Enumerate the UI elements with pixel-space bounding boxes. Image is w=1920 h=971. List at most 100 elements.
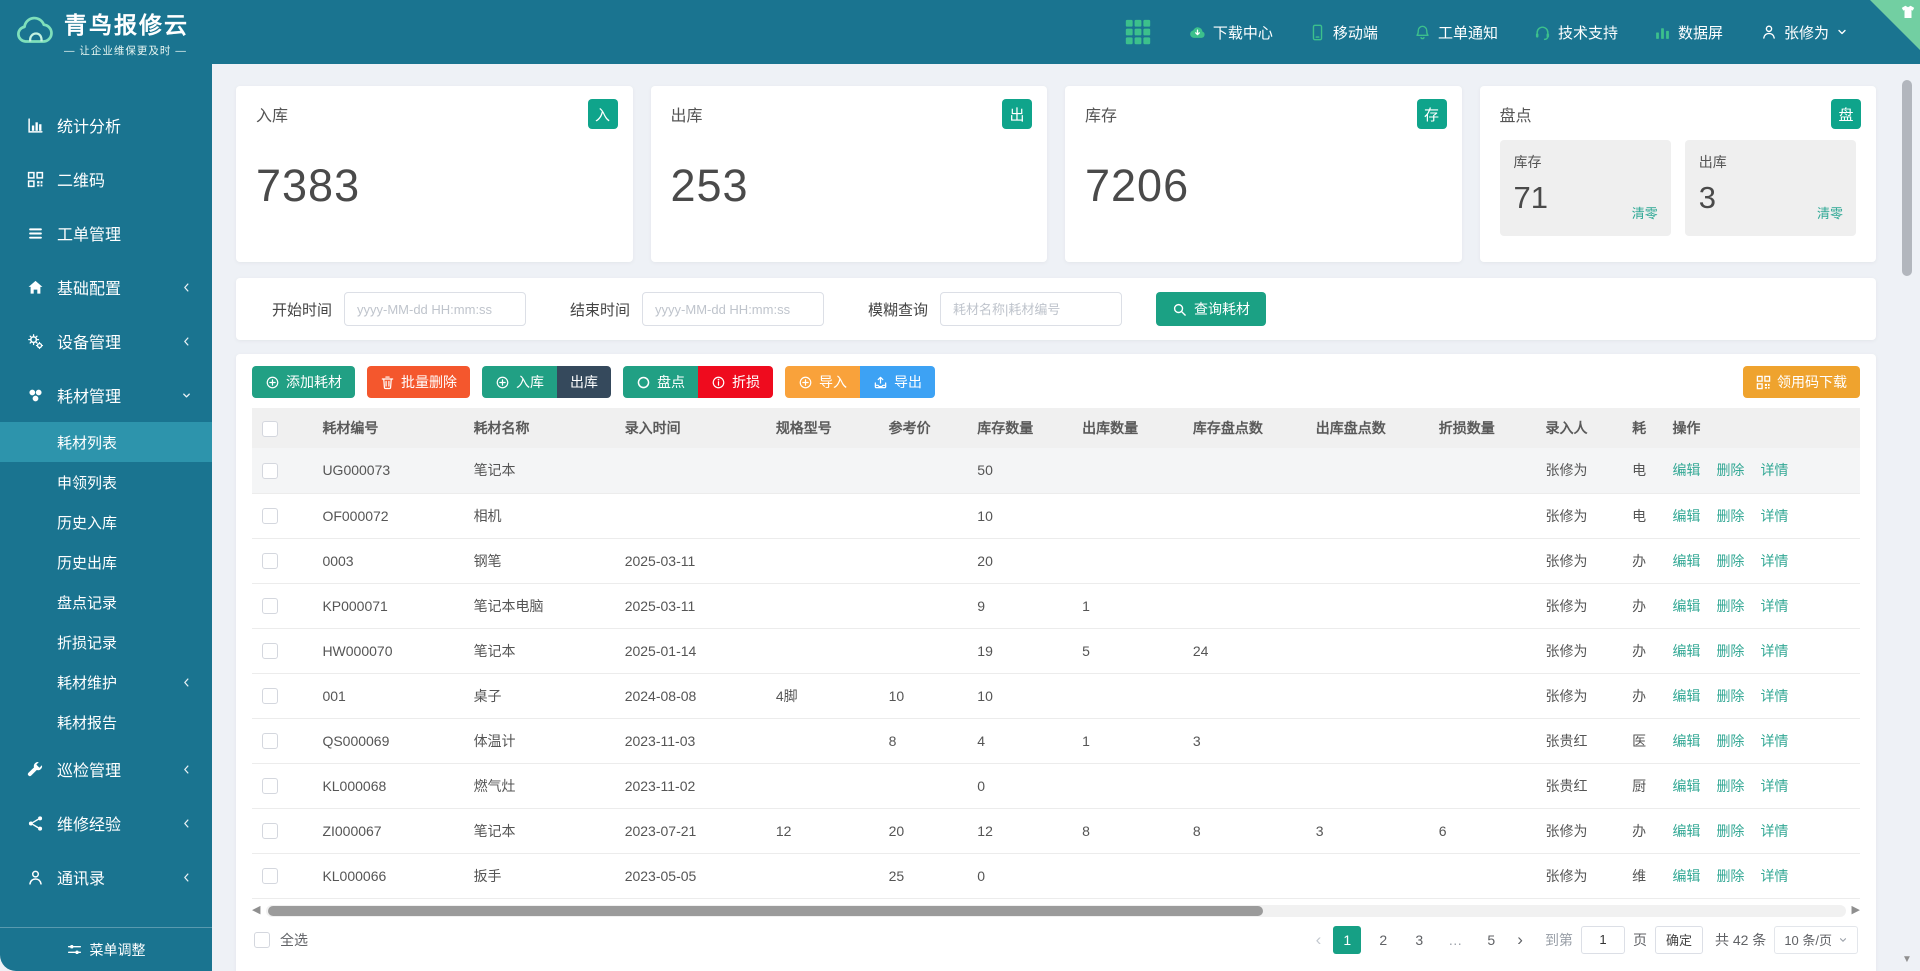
edit-link[interactable]: 编辑 <box>1672 823 1700 839</box>
delete-link[interactable]: 删除 <box>1716 643 1744 659</box>
clear-to-zero-link[interactable]: 清零 <box>1817 203 1843 222</box>
sidebar-item-check-records[interactable]: 盘点记录 <box>0 582 212 622</box>
sidebar-item-contacts[interactable]: 通讯录 <box>0 850 212 904</box>
delete-link[interactable]: 删除 <box>1716 688 1744 704</box>
sidebar-item-work-order-mgmt[interactable]: 工单管理 <box>0 206 212 260</box>
sidebar-item-stats-analysis[interactable]: 统计分析 <box>0 98 212 152</box>
detail-link[interactable]: 详情 <box>1760 553 1788 569</box>
detail-link[interactable]: 详情 <box>1760 733 1788 749</box>
edit-link[interactable]: 编辑 <box>1672 643 1700 659</box>
delete-link[interactable]: 删除 <box>1716 823 1744 839</box>
row-checkbox[interactable] <box>262 823 278 839</box>
sidebar-item-base-config[interactable]: 基础配置 <box>0 260 212 314</box>
page-number-2[interactable]: 2 <box>1369 926 1397 954</box>
row-checkbox[interactable] <box>262 463 278 479</box>
sidebar-item-consumable-report[interactable]: 耗材报告 <box>0 702 212 742</box>
horizontal-scroll-thumb[interactable] <box>268 906 1263 916</box>
delete-link[interactable]: 删除 <box>1716 462 1744 478</box>
sidebar-item-consumable-list[interactable]: 耗材列表 <box>0 422 212 462</box>
row-checkbox[interactable] <box>262 553 278 569</box>
edit-link[interactable]: 编辑 <box>1672 733 1700 749</box>
sidebar-item-request-list[interactable]: 申领列表 <box>0 462 212 502</box>
header-checkbox[interactable] <box>262 421 278 437</box>
detail-link[interactable]: 详情 <box>1760 778 1788 794</box>
plus-circle-icon <box>265 375 280 390</box>
scroll-down-arrow-icon[interactable]: ▼ <box>1901 954 1913 965</box>
detail-link[interactable]: 详情 <box>1760 643 1788 659</box>
batch-delete-button[interactable]: 批量删除 <box>367 366 470 398</box>
nav-tech-support[interactable]: 技术支持 <box>1534 22 1618 43</box>
user-menu[interactable]: 张修为 <box>1761 22 1848 43</box>
export-button[interactable]: 导出 <box>860 366 935 398</box>
detail-link[interactable]: 详情 <box>1760 598 1788 614</box>
delete-link[interactable]: 删除 <box>1716 778 1744 794</box>
inventory-check-button[interactable]: 盘点 <box>623 366 698 398</box>
edit-link[interactable]: 编辑 <box>1672 868 1700 884</box>
detail-link[interactable]: 详情 <box>1760 508 1788 524</box>
row-checkbox[interactable] <box>262 598 278 614</box>
delete-link[interactable]: 删除 <box>1716 598 1744 614</box>
theme-corner-button[interactable] <box>1870 0 1920 50</box>
confirm-page-button[interactable]: 确定 <box>1655 926 1703 954</box>
vertical-scrollbar[interactable]: ▼ <box>1901 74 1913 967</box>
sidebar-item-consumable-maintain[interactable]: 耗材维护 <box>0 662 212 702</box>
edit-link[interactable]: 编辑 <box>1672 598 1700 614</box>
page-number-1[interactable]: 1 <box>1333 926 1361 954</box>
row-checkbox[interactable] <box>262 508 278 524</box>
row-checkbox[interactable] <box>262 868 278 884</box>
edit-link[interactable]: 编辑 <box>1672 462 1700 478</box>
prev-page-button[interactable]: ‹ <box>1312 930 1326 950</box>
scroll-right-arrow-icon[interactable]: ▶ <box>1852 905 1860 916</box>
import-button[interactable]: 导入 <box>785 366 860 398</box>
sidebar-item-consumable-mgmt[interactable]: 耗材管理 <box>0 368 212 422</box>
apps-grid-icon[interactable] <box>1125 19 1151 45</box>
inbound-button[interactable]: 入库 <box>482 366 557 398</box>
edit-link[interactable]: 编辑 <box>1672 508 1700 524</box>
sidebar-item-history-outbound[interactable]: 历史出库 <box>0 542 212 582</box>
delete-link[interactable]: 删除 <box>1716 733 1744 749</box>
next-page-button[interactable]: › <box>1513 930 1527 950</box>
edit-link[interactable]: 编辑 <box>1672 778 1700 794</box>
clear-to-zero-link[interactable]: 清零 <box>1632 203 1658 222</box>
sidebar-item-menu-adjust[interactable]: 菜单调整 <box>0 927 212 971</box>
select-all-checkbox[interactable] <box>254 932 270 948</box>
detail-link[interactable]: 详情 <box>1760 868 1788 884</box>
delete-link[interactable]: 删除 <box>1716 868 1744 884</box>
row-checkbox[interactable] <box>262 643 278 659</box>
nav-data-screen[interactable]: 数据屏 <box>1654 22 1723 43</box>
sidebar-item-history-inbound[interactable]: 历史入库 <box>0 502 212 542</box>
nav-mobile[interactable]: 移动端 <box>1309 22 1378 43</box>
horizontal-scroll-track[interactable] <box>266 905 1845 917</box>
detail-link[interactable]: 详情 <box>1760 688 1788 704</box>
search-consumable-button[interactable]: 查询耗材 <box>1156 292 1266 326</box>
page-number-5[interactable]: 5 <box>1477 926 1505 954</box>
page-size-select[interactable]: 10 条/页 <box>1774 926 1858 954</box>
detail-link[interactable]: 详情 <box>1760 823 1788 839</box>
goto-page-input[interactable] <box>1581 926 1625 954</box>
sidebar-item-device-mgmt[interactable]: 设备管理 <box>0 314 212 368</box>
fuzzy-search-input[interactable] <box>940 292 1122 326</box>
vertical-scroll-thumb[interactable] <box>1902 80 1912 276</box>
detail-link[interactable]: 详情 <box>1760 462 1788 478</box>
edit-link[interactable]: 编辑 <box>1672 688 1700 704</box>
nav-work-order-notice[interactable]: 工单通知 <box>1414 22 1498 43</box>
row-checkbox[interactable] <box>262 733 278 749</box>
start-time-input[interactable] <box>344 292 526 326</box>
sidebar-item-repair-experience[interactable]: 维修经验 <box>0 796 212 850</box>
loss-button[interactable]: 折损 <box>698 366 773 398</box>
page-number-3[interactable]: 3 <box>1405 926 1433 954</box>
sidebar-item-loss-records[interactable]: 折损记录 <box>0 622 212 662</box>
sidebar-item-qrcode[interactable]: 二维码 <box>0 152 212 206</box>
add-consumable-button[interactable]: 添加耗材 <box>252 366 355 398</box>
nav-download-center[interactable]: 下载中心 <box>1189 22 1273 43</box>
row-checkbox[interactable] <box>262 778 278 794</box>
edit-link[interactable]: 编辑 <box>1672 553 1700 569</box>
delete-link[interactable]: 删除 <box>1716 508 1744 524</box>
end-time-input[interactable] <box>642 292 824 326</box>
sidebar-item-inspection-mgmt[interactable]: 巡检管理 <box>0 742 212 796</box>
row-checkbox[interactable] <box>262 688 278 704</box>
outbound-button[interactable]: 出库 <box>557 366 611 398</box>
pickup-code-download-button[interactable]: 领用码下载 <box>1743 366 1860 398</box>
delete-link[interactable]: 删除 <box>1716 553 1744 569</box>
scroll-left-arrow-icon[interactable]: ◀ <box>252 905 260 916</box>
